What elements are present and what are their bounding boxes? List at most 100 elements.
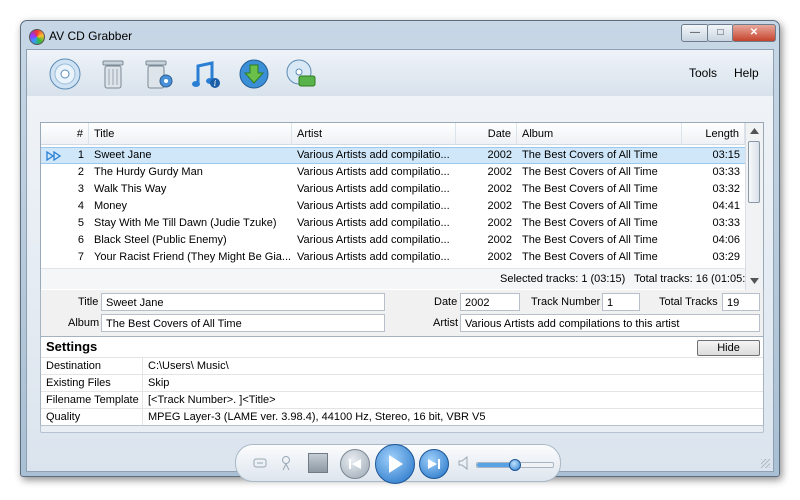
title-bar[interactable]: AV CD Grabber — □ ✕: [21, 21, 779, 49]
table-row[interactable]: 7 Your Racist Friend (They Might Be Gia.…: [41, 249, 745, 266]
cell-artist: Various Artists add compilatio...: [297, 217, 450, 229]
scroll-thumb[interactable]: [748, 141, 760, 203]
setting-value[interactable]: C:\Users\ Music\: [142, 358, 768, 375]
date-label: Date: [434, 296, 458, 308]
previous-icon: [349, 459, 361, 469]
date-field[interactable]: 2002: [460, 293, 520, 311]
total-tracks-field[interactable]: 19: [722, 293, 760, 311]
cell-number: 2: [77, 166, 84, 178]
table-row[interactable]: 3 Walk This Way Various Artists add comp…: [41, 181, 745, 198]
toolbar: i Tools Help: [27, 50, 773, 96]
cell-number: 1: [77, 149, 84, 161]
cell-date: 2002: [487, 166, 512, 178]
selected-tracks-status: Selected tracks: 1 (03:15): [500, 273, 626, 285]
cell-title: Black Steel (Public Enemy): [94, 234, 227, 246]
app-cd-icon: [29, 29, 45, 45]
column-header-length[interactable]: Length: [682, 123, 745, 145]
setting-value[interactable]: MPEG Layer-3 (LAME ver. 3.98.4), 44100 H…: [142, 409, 768, 426]
table-row[interactable]: 6 Black Steel (Public Enemy) Various Art…: [41, 232, 745, 249]
cell-artist: Various Artists add compilatio...: [297, 234, 450, 246]
total-tracks-status: Total tracks: 16 (01:05:38): [634, 273, 762, 285]
cell-artist: Various Artists add compilatio...: [297, 183, 450, 195]
cell-number: 5: [77, 217, 84, 229]
album-field[interactable]: The Best Covers of All Time: [101, 314, 385, 332]
track-list[interactable]: # Title Artist Date Album Length 1 Sweet…: [40, 122, 764, 292]
cell-length: 03:15: [712, 149, 740, 161]
volume-slider[interactable]: [476, 459, 554, 471]
volume-thumb[interactable]: [509, 459, 521, 471]
settings-panel: Settings Hide Destination C:\Users\ Musi…: [40, 336, 764, 428]
table-row[interactable]: 2 The Hurdy Gurdy Man Various Artists ad…: [41, 164, 745, 181]
cell-number: 3: [77, 183, 84, 195]
cd-icon[interactable]: [47, 56, 83, 92]
client-area: i Tools Help # Title Artist Date Album L…: [26, 49, 774, 484]
cell-date: 2002: [487, 217, 512, 229]
download-icon[interactable]: [236, 56, 272, 92]
table-row[interactable]: 4 Money Various Artists add compilatio..…: [41, 198, 745, 215]
cell-album: The Best Covers of All Time: [522, 251, 658, 263]
cell-title: Money: [94, 200, 128, 212]
player-controls: [235, 444, 561, 484]
menu-help[interactable]: Help: [734, 66, 759, 80]
artist-label: Artist: [433, 317, 459, 329]
scroll-down-icon[interactable]: [750, 278, 759, 284]
cell-album: The Best Covers of All Time: [522, 149, 658, 161]
cell-length: 04:06: [712, 234, 740, 246]
maximize-button[interactable]: □: [707, 24, 734, 42]
cell-artist: Various Artists add compilatio...: [297, 251, 450, 263]
title-field[interactable]: Sweet Jane: [101, 293, 385, 311]
total-tracks-label: Total Tracks: [659, 296, 718, 308]
cd-search-icon[interactable]: [283, 56, 319, 92]
minimize-button[interactable]: —: [681, 24, 709, 42]
table-row[interactable]: 5 Stay With Me Till Dawn (Judie Tzuke) V…: [41, 215, 745, 232]
previous-button[interactable]: [340, 449, 370, 479]
cell-number: 4: [77, 200, 84, 212]
track-status-bar: Selected tracks: 1 (03:15) Total tracks:…: [41, 268, 761, 289]
column-header-number[interactable]: #: [41, 123, 89, 145]
cell-date: 2002: [487, 234, 512, 246]
resize-grip[interactable]: [761, 459, 770, 468]
album-label: Album: [68, 317, 100, 329]
next-button[interactable]: [419, 449, 449, 479]
cell-date: 2002: [487, 251, 512, 263]
setting-key: Filename Template: [46, 394, 139, 406]
table-row[interactable]: 1 Sweet Jane Various Artists add compila…: [41, 147, 745, 164]
stop-button[interactable]: [308, 453, 328, 473]
artist-field[interactable]: Various Artists add compilations to this…: [460, 314, 760, 332]
track-number-field[interactable]: 1: [602, 293, 640, 311]
column-header-date[interactable]: Date: [456, 123, 517, 145]
setting-value[interactable]: Skip: [142, 375, 768, 392]
title-label: Title: [78, 296, 99, 308]
svg-text:i: i: [214, 79, 217, 88]
playlist-icon[interactable]: [253, 457, 267, 472]
setting-row-quality[interactable]: Quality MPEG Layer-3 (LAME ver. 3.98.4),…: [41, 408, 763, 426]
setting-value[interactable]: [<Track Number>. ]<Title>: [142, 392, 768, 409]
track-number-label: Track Number: [531, 296, 601, 308]
track-list-scrollbar[interactable]: [745, 123, 763, 291]
cell-album: The Best Covers of All Time: [522, 217, 658, 229]
progress-bar: [40, 425, 764, 433]
column-header-album[interactable]: Album: [517, 123, 682, 145]
column-header-title[interactable]: Title: [89, 123, 292, 145]
column-header-artist[interactable]: Artist: [292, 123, 456, 145]
setting-row-filename-template[interactable]: Filename Template [<Track Number>. ]<Tit…: [41, 391, 763, 409]
cell-length: 03:33: [712, 217, 740, 229]
cell-album: The Best Covers of All Time: [522, 234, 658, 246]
cell-artist: Various Artists add compilatio...: [297, 200, 450, 212]
trash-icon[interactable]: [95, 56, 131, 92]
setting-row-existing-files[interactable]: Existing Files Skip: [41, 374, 763, 392]
setting-row-destination[interactable]: Destination C:\Users\ Music\: [41, 357, 763, 375]
equalizer-icon[interactable]: [280, 455, 292, 474]
menu-tools[interactable]: Tools: [689, 66, 717, 80]
cell-number: 6: [77, 234, 84, 246]
cell-length: 03:32: [712, 183, 740, 195]
scroll-up-icon[interactable]: [750, 128, 759, 134]
trash-search-icon[interactable]: [140, 56, 176, 92]
cell-album: The Best Covers of All Time: [522, 166, 658, 178]
music-info-icon[interactable]: i: [188, 56, 224, 92]
play-button[interactable]: [375, 444, 415, 484]
close-button[interactable]: ✕: [732, 24, 776, 42]
volume-icon[interactable]: [458, 455, 470, 473]
hide-settings-button[interactable]: Hide: [697, 340, 760, 356]
cell-artist: Various Artists add compilatio...: [297, 166, 450, 178]
